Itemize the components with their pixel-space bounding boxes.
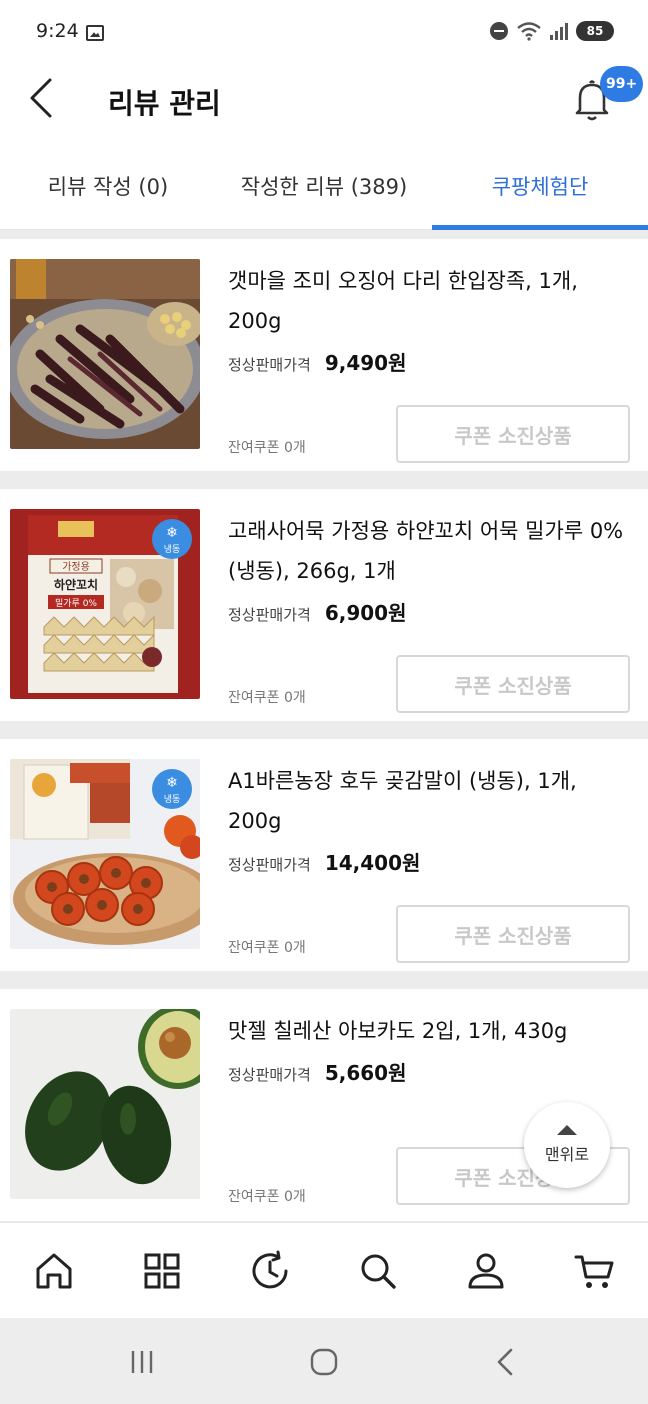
coupon-exhausted-button[interactable]: 쿠폰 소진상품	[396, 405, 630, 463]
package-text: 가정용	[62, 561, 90, 573]
price-label: 정상판매가격	[228, 856, 311, 874]
list-item[interactable]: 갯마을 조미 오징어 다리 한입장족, 1개, 200g 정상판매가격 9,49…	[0, 239, 648, 471]
nav-my-account[interactable]	[432, 1223, 540, 1318]
chevron-left-icon	[497, 1348, 513, 1376]
price-value: 9,490원	[324, 351, 407, 375]
price-row: 정상판매가격 5,660원	[228, 1057, 406, 1086]
price-row: 정상판매가격 9,490원	[228, 347, 406, 376]
frozen-badge-text: 냉동	[164, 544, 181, 555]
list-item[interactable]: 가정용 하얀꼬치 밀가루 0% ❄ 냉동 고래사어묵 가정용 하얀꼬치 어묵 밀…	[0, 489, 648, 721]
review-tabs: 리뷰 작성 (0) 작성한 리뷰 (389) 쿠팡체험단	[0, 142, 648, 230]
battery-indicator: 85	[576, 21, 614, 41]
nav-category[interactable]	[108, 1223, 216, 1318]
tab-written-reviews[interactable]: 작성한 리뷰 (389)	[216, 142, 432, 229]
product-name[interactable]: 고래사어묵 가정용 하얀꼬치 어묵 밀가루 0% (냉동), 266g, 1개	[228, 511, 628, 591]
chevron-left-icon	[30, 78, 52, 118]
product-image[interactable]: 가정용 하얀꼬치 밀가루 0% ❄ 냉동	[10, 509, 200, 699]
scroll-to-top-label: 맨위로	[544, 1145, 590, 1164]
bottom-navigation	[0, 1222, 648, 1318]
app-header: 리뷰 관리 99+	[0, 62, 648, 142]
product-name[interactable]: A1바른농장 호두 곶감말이 (냉동), 1개, 200g	[228, 761, 628, 841]
notification-count-badge: 99+	[600, 66, 644, 102]
remaining-coupon-text: 잔여쿠폰 0개	[228, 1189, 306, 1205]
price-value: 6,900원	[324, 601, 407, 625]
recent-apps-icon	[131, 1351, 153, 1373]
tab-write-review[interactable]: 리뷰 작성 (0)	[0, 142, 216, 229]
do-not-disturb-icon	[490, 22, 508, 40]
gallery-notification-icon	[86, 25, 104, 41]
price-row: 정상판매가격 6,900원	[228, 597, 406, 626]
tab-coupang-experience[interactable]: 쿠팡체험단	[432, 142, 648, 230]
back-button[interactable]	[24, 76, 64, 120]
cart-icon	[574, 1255, 614, 1288]
status-time: 9:24	[36, 20, 79, 42]
home-system-button[interactable]	[304, 1344, 344, 1380]
wifi-icon	[517, 22, 541, 41]
product-image[interactable]	[10, 259, 200, 449]
recent-apps-button[interactable]	[122, 1344, 162, 1380]
svg-text:❄: ❄	[166, 775, 178, 791]
svg-text:❄: ❄	[166, 525, 178, 541]
frozen-badge-text: 냉동	[164, 794, 181, 805]
my-account-icon	[468, 1253, 504, 1288]
back-system-button[interactable]	[486, 1344, 526, 1380]
coupon-exhausted-button[interactable]: 쿠폰 소진상품	[396, 655, 630, 713]
recent-history-icon	[252, 1250, 288, 1288]
page-title: 리뷰 관리	[108, 87, 221, 120]
package-text: 하얀꼬치	[54, 577, 98, 592]
scroll-to-top-button[interactable]: 맨위로	[524, 1102, 610, 1188]
list-item[interactable]: ❄ 냉동 A1바른농장 호두 곶감말이 (냉동), 1개, 200g 정상판매가…	[0, 739, 648, 971]
nav-recent[interactable]	[216, 1223, 324, 1318]
remaining-coupon-text: 잔여쿠폰 0개	[228, 690, 306, 706]
nav-home[interactable]	[0, 1223, 108, 1318]
package-text: 밀가루 0%	[55, 597, 97, 609]
home-icon	[36, 1253, 72, 1288]
nav-cart[interactable]	[540, 1223, 648, 1318]
system-navigation-bar	[0, 1318, 648, 1404]
status-bar: 9:24 85	[0, 0, 648, 62]
nav-search[interactable]	[324, 1223, 432, 1318]
price-label: 정상판매가격	[228, 356, 311, 374]
product-image[interactable]	[10, 1009, 200, 1199]
coupon-exhausted-button[interactable]: 쿠폰 소진상품	[396, 905, 630, 963]
price-label: 정상판매가격	[228, 1066, 311, 1084]
arrow-up-icon	[557, 1125, 577, 1135]
remaining-coupon-text: 잔여쿠폰 0개	[228, 440, 306, 456]
price-value: 14,400원	[324, 851, 421, 875]
search-icon	[361, 1254, 396, 1289]
price-row: 정상판매가격 14,400원	[228, 847, 420, 876]
remaining-coupon-text: 잔여쿠폰 0개	[228, 940, 306, 956]
product-list: 갯마을 조미 오징어 다리 한입장족, 1개, 200g 정상판매가격 9,49…	[0, 230, 648, 1222]
category-grid-icon	[144, 1253, 180, 1288]
price-value: 5,660원	[324, 1061, 407, 1085]
notifications-button[interactable]: 99+	[568, 66, 644, 128]
home-circle-icon	[310, 1348, 338, 1376]
product-name[interactable]: 맛젤 칠레산 아보카도 2입, 1개, 430g	[228, 1011, 628, 1051]
price-label: 정상판매가격	[228, 606, 311, 624]
product-name[interactable]: 갯마을 조미 오징어 다리 한입장족, 1개, 200g	[228, 261, 628, 341]
product-image[interactable]: ❄ 냉동	[10, 759, 200, 949]
signal-strength-icon	[550, 22, 568, 40]
status-indicators: 85	[490, 21, 614, 41]
